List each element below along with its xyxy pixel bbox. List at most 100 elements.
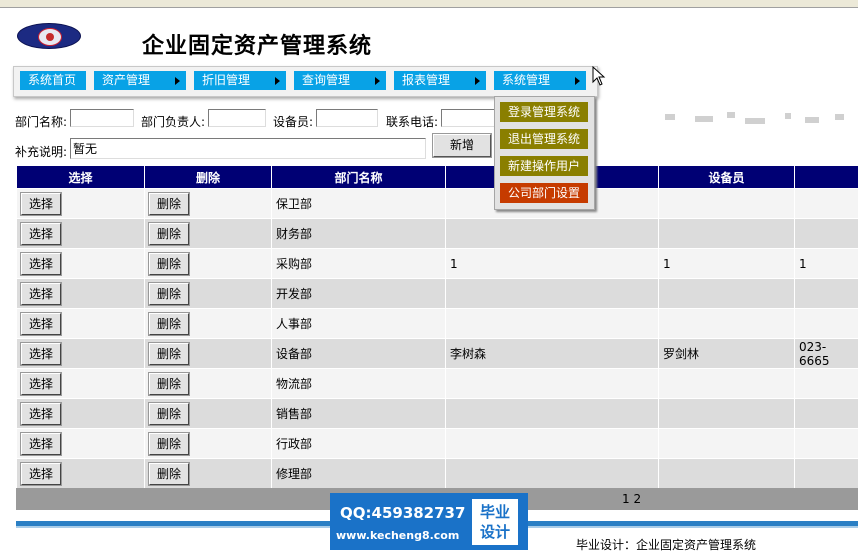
nav-assets-label: 资产管理 [102, 73, 151, 87]
table-row: 选择 删除 设备部 李树森 罗剑林 023-6665 [16, 338, 858, 369]
select-button[interactable]: 选择 [20, 461, 62, 486]
background-artifact [595, 104, 858, 130]
select-button[interactable]: 选择 [20, 251, 62, 276]
dept-cell: 人事部 [271, 308, 446, 339]
select-button[interactable]: 选择 [20, 191, 62, 216]
col-select: 选择 [16, 165, 145, 189]
phone-label: 联系电话: [386, 115, 439, 129]
watermark-url: www.kecheng8.com [336, 529, 460, 542]
select-button[interactable]: 选择 [20, 281, 62, 306]
table-row: 选择 删除 行政部 [16, 428, 858, 459]
equip-cell [658, 278, 795, 309]
head-cell [445, 308, 659, 339]
delete-button[interactable]: 删除 [148, 341, 190, 366]
table-header-row: 选择 删除 部门名称 设备员 [16, 165, 858, 189]
menu-logout[interactable]: 退出管理系统 [500, 129, 588, 149]
equip-cell [658, 218, 795, 249]
delete-button[interactable]: 删除 [148, 461, 190, 486]
phone-cell [794, 218, 858, 249]
page-title: 企业固定资产管理系统 [142, 33, 373, 59]
delete-button[interactable]: 删除 [148, 251, 190, 276]
dept-name-input[interactable] [70, 109, 134, 127]
watermark-qq: QQ:459382737 [340, 504, 466, 522]
menu-new-user[interactable]: 新建操作用户 [500, 156, 588, 176]
site-header [0, 8, 858, 66]
select-button[interactable]: 选择 [20, 341, 62, 366]
phone-input[interactable] [441, 109, 497, 127]
col-delete: 删除 [144, 165, 272, 189]
equip-cell [658, 308, 795, 339]
address-bar [0, 0, 858, 8]
dept-cell: 修理部 [271, 458, 446, 489]
arrow-right-icon [275, 77, 280, 85]
select-button[interactable]: 选择 [20, 401, 62, 426]
dept-head-input[interactable] [208, 109, 266, 127]
dept-name-label: 部门名称: [15, 115, 68, 129]
company-logo [17, 23, 81, 49]
nav-query-label: 查询管理 [302, 73, 351, 87]
equip-cell: 1 [658, 248, 795, 279]
table-row: 选择 删除 人事部 [16, 308, 858, 339]
delete-button[interactable]: 删除 [148, 221, 190, 246]
nav-home-label: 系统首页 [28, 73, 77, 87]
table-row: 选择 删除 采购部 1 1 1 [16, 248, 858, 279]
dept-cell: 设备部 [271, 338, 446, 369]
nav-assets[interactable]: 资产管理 [94, 71, 186, 90]
select-button[interactable]: 选择 [20, 431, 62, 456]
watermark-banner: QQ:459382737 www.kecheng8.com 毕业 设计 [330, 493, 528, 550]
nav-home[interactable]: 系统首页 [20, 71, 86, 90]
table-row: 选择 删除 保卫部 [16, 188, 858, 219]
head-cell [445, 398, 659, 429]
page-links[interactable]: 1 2 [622, 488, 641, 510]
add-button[interactable]: 新增 [432, 133, 492, 158]
table-row: 选择 删除 销售部 [16, 398, 858, 429]
note-input[interactable] [70, 138, 426, 159]
arrow-right-icon [575, 77, 580, 85]
phone-cell [794, 428, 858, 459]
equip-cell [658, 398, 795, 429]
nav-system[interactable]: 系统管理 [494, 71, 586, 90]
dept-cell: 保卫部 [271, 188, 446, 219]
delete-button[interactable]: 删除 [148, 281, 190, 306]
col-dept-name: 部门名称 [271, 165, 446, 189]
head-cell [445, 368, 659, 399]
head-cell [445, 428, 659, 459]
equip-cell [658, 458, 795, 489]
footer-text: 毕业设计：企业固定资产管理系统 [576, 538, 757, 552]
arrow-right-icon [175, 77, 180, 85]
dept-cell: 财务部 [271, 218, 446, 249]
table-row: 选择 删除 开发部 [16, 278, 858, 309]
dept-head-label: 部门负责人: [141, 115, 206, 129]
select-button[interactable]: 选择 [20, 371, 62, 396]
equip-cell [658, 428, 795, 459]
nav-depreciation[interactable]: 折旧管理 [194, 71, 286, 90]
equip-input[interactable] [316, 109, 378, 127]
delete-button[interactable]: 删除 [148, 431, 190, 456]
nav-system-label: 系统管理 [502, 73, 551, 87]
dept-cell: 采购部 [271, 248, 446, 279]
equip-label: 设备员: [273, 115, 314, 129]
phone-cell: 1 [794, 248, 858, 279]
delete-button[interactable]: 删除 [148, 191, 190, 216]
delete-button[interactable]: 删除 [148, 401, 190, 426]
delete-button[interactable]: 删除 [148, 311, 190, 336]
head-cell: 李树森 [445, 338, 659, 369]
delete-button[interactable]: 删除 [148, 371, 190, 396]
menu-dept-settings[interactable]: 公司部门设置 [500, 183, 588, 203]
nav-reports[interactable]: 报表管理 [394, 71, 486, 90]
select-button[interactable]: 选择 [20, 221, 62, 246]
phone-cell [794, 278, 858, 309]
phone-cell [794, 308, 858, 339]
watermark-tag-line2: 设计 [479, 523, 510, 541]
nav-reports-label: 报表管理 [402, 73, 451, 87]
nav-query[interactable]: 查询管理 [294, 71, 386, 90]
dept-cell: 物流部 [271, 368, 446, 399]
main-nav: 系统首页 资产管理 折旧管理 查询管理 报表管理 系统管理 [13, 66, 598, 97]
select-button[interactable]: 选择 [20, 311, 62, 336]
department-table: 选择 删除 部门名称 设备员 选择 删除 保卫部 选择 删除 财务部 选择 删除 [16, 165, 858, 489]
menu-login[interactable]: 登录管理系统 [500, 102, 588, 122]
table-row: 选择 删除 财务部 [16, 218, 858, 249]
arrow-right-icon [375, 77, 380, 85]
dept-cell: 开发部 [271, 278, 446, 309]
note-label: 补充说明: [15, 145, 68, 159]
